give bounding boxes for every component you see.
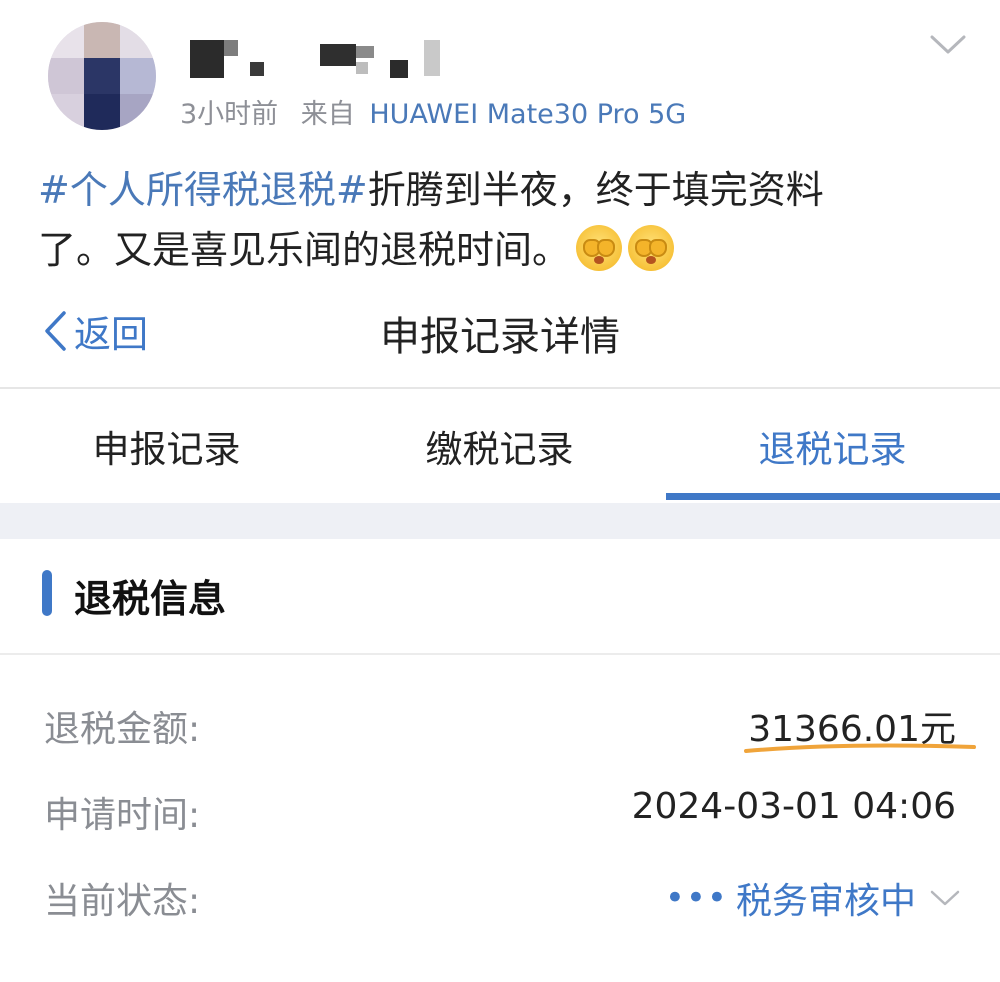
divider xyxy=(0,653,1000,655)
post-time: 3小时前 xyxy=(180,99,279,130)
page-title: 申报记录详情 xyxy=(380,314,620,360)
active-tab-indicator xyxy=(666,493,1000,500)
tab-declaration-records[interactable]: 申报记录 xyxy=(0,389,333,503)
post-text-line2: 了。又是喜见乐闻的退税时间。 xyxy=(38,228,571,272)
section-separator xyxy=(0,503,1000,539)
apply-time-value: 2024-03-01 04:06 xyxy=(631,786,956,827)
back-label: 返回 xyxy=(74,313,148,356)
chevron-down-icon xyxy=(930,890,960,906)
current-status-label: 当前状态: xyxy=(44,881,201,922)
post-source-label: 来自 xyxy=(300,99,355,130)
handdrawn-underline xyxy=(744,743,976,753)
apply-time-label: 申请时间: xyxy=(44,795,201,836)
chevron-left-icon xyxy=(45,311,66,351)
screenshot: 3小时前 来自 HUAWEI Mate30 Pro 5G #个人所得税退税#折腾… xyxy=(0,0,1000,982)
status-dropdown[interactable]: ••• 税务审核中 xyxy=(665,872,960,924)
post-meta: 3小时前 来自 HUAWEI Mate30 Pro 5G xyxy=(180,92,686,131)
post-text-line1: 折腾到半夜，终于填完资料 xyxy=(367,168,824,212)
post-device[interactable]: HUAWEI Mate30 Pro 5G xyxy=(369,99,686,130)
chevron-down-icon[interactable] xyxy=(930,34,966,56)
face-emoji-icon xyxy=(576,225,623,271)
section-title: 退税信息 xyxy=(74,577,227,621)
status-value: 税务审核中 xyxy=(735,881,916,922)
refund-amount-label: 退税金额: xyxy=(44,709,201,750)
tab-refund-records[interactable]: 退税记录 xyxy=(666,389,999,503)
tab-bar: 申报记录 缴税记录 退税记录 xyxy=(0,389,1000,503)
avatar[interactable] xyxy=(48,22,156,130)
back-button[interactable]: 返回 xyxy=(42,304,148,358)
status-dots: ••• xyxy=(664,878,728,918)
username-obscured[interactable] xyxy=(180,36,460,82)
section-accent-bar xyxy=(42,570,52,616)
tab-tax-payment-records[interactable]: 缴税记录 xyxy=(333,389,666,503)
post-body: #个人所得税退税#折腾到半夜，终于填完资料 了。又是喜见乐闻的退税时间。 xyxy=(38,160,938,280)
face-emoji-icon xyxy=(628,225,675,271)
hashtag-link[interactable]: #个人所得税退税# xyxy=(38,168,368,212)
